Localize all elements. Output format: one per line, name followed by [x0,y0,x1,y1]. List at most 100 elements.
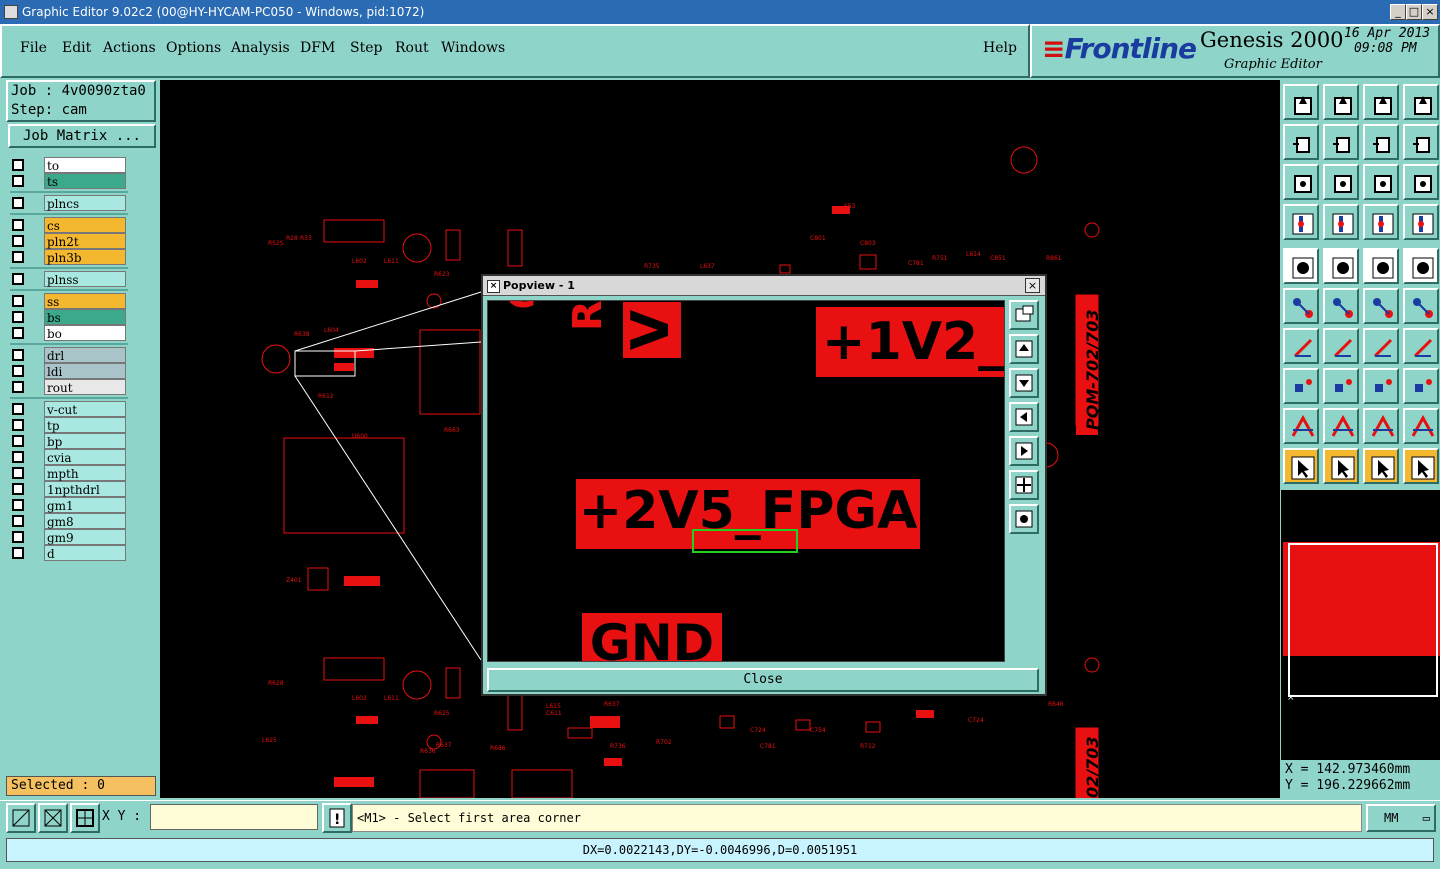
pointer-select-button[interactable] [1283,448,1319,484]
layer-row-plnss[interactable]: plnss [8,271,128,287]
popview-zoom-in-button[interactable] [1009,470,1039,500]
draw-surface-button[interactable] [1323,248,1359,284]
draw-pad-button[interactable] [1283,248,1319,284]
pad-tool-button[interactable] [1283,368,1319,404]
contour-button[interactable] [1403,368,1439,404]
layer-name[interactable]: v-cut [44,401,126,417]
layer-checkbox[interactable] [12,251,24,263]
popview-zoom-out-button[interactable] [1009,504,1039,534]
layer-row-cs[interactable]: cs [8,217,128,233]
layer-row-pln2t[interactable]: pln2t [8,233,128,249]
popview-title-bar[interactable]: × Popview - 1 [483,276,1045,296]
menu-file[interactable]: File [20,40,47,56]
layer-name[interactable]: ldi [44,363,126,379]
layer-row-d[interactable]: d [8,545,128,561]
layer-name[interactable]: ts [44,173,126,189]
menu-actions[interactable]: Actions [103,40,156,56]
popview-pan-left-button[interactable] [1009,402,1039,432]
menu-rout[interactable]: Rout [395,40,429,56]
layer-row-bp[interactable]: bp [8,433,128,449]
layer-name[interactable]: bo [44,325,126,341]
layer-name[interactable]: cvia [44,449,126,465]
layer-name[interactable]: bp [44,433,126,449]
layer-row-drl[interactable]: drl [8,347,128,363]
layer-row-plncs[interactable]: plncs [8,195,128,211]
layer-name[interactable]: d [44,545,126,561]
copy-feature-button[interactable] [1403,288,1439,324]
overview-panel[interactable]: × [1281,490,1440,760]
window-copy-button[interactable] [1323,124,1359,160]
popview-canvas[interactable]: C R V +1V2_F +2V5_FPGA GND [487,300,1005,662]
layer-name[interactable]: gm1 [44,497,126,513]
popview-close-button[interactable]: Close [487,668,1039,692]
line-angle-button[interactable] [1283,328,1319,364]
layer-row-bs[interactable]: bs [8,309,128,325]
scale-button[interactable] [1363,368,1399,404]
layer-checkbox[interactable] [12,515,24,527]
layer-name[interactable]: tp [44,417,126,433]
drill-hole-button[interactable] [1403,248,1439,284]
layer-checkbox[interactable] [12,349,24,361]
xy-input[interactable] [150,804,318,830]
layer-row-bo[interactable]: bo [8,325,128,341]
layer-row-gm9[interactable]: gm9 [8,529,128,545]
layer-row-to[interactable]: to [8,157,128,173]
undo-reset-button[interactable] [1363,124,1399,160]
layer-name[interactable]: pln3b [44,249,126,265]
layer-name[interactable]: plnss [44,271,126,287]
rotate-button[interactable] [1363,328,1399,364]
window-move-button[interactable] [1283,124,1319,160]
pointer-area-button[interactable] [1323,448,1359,484]
layer-checkbox[interactable] [12,467,24,479]
zoom-1-to-1-button[interactable] [1363,164,1399,200]
layer-row-gm1[interactable]: gm1 [8,497,128,513]
menu-windows[interactable]: Windows [441,40,505,56]
popview-zoom-button[interactable] [1009,300,1039,330]
open-job-button[interactable] [1283,84,1319,120]
menu-dfm[interactable]: DFM [300,40,335,56]
layer-name[interactable]: mpth [44,465,126,481]
help-button[interactable] [1403,164,1439,200]
zoom-fit-button[interactable] [1283,164,1319,200]
layer-row-v-cut[interactable]: v-cut [8,401,128,417]
arc-point-button[interactable] [1363,408,1399,444]
layer-name[interactable]: plncs [44,195,126,211]
layer-row-ss[interactable]: ss [8,293,128,309]
layer-name[interactable]: cs [44,217,126,233]
layer-row-ts[interactable]: ts [8,173,128,189]
layer-checkbox[interactable] [12,365,24,377]
popview-pan-down-button[interactable] [1009,368,1039,398]
home-button[interactable] [1363,84,1399,120]
layer-checkbox[interactable] [12,219,24,231]
arc-tool-button[interactable] [1323,408,1359,444]
menu-analysis[interactable]: Analysis [231,40,290,56]
layer-checkbox[interactable] [12,197,24,209]
mirror-button[interactable] [1403,328,1439,364]
layer-row-1npthdrl[interactable]: 1npthdrl [8,481,128,497]
grid-button[interactable] [70,803,100,833]
layer-checkbox[interactable] [12,435,24,447]
zoom-center-button[interactable] [1323,164,1359,200]
layer-checkbox[interactable] [12,499,24,511]
layer-name[interactable]: 1npthdrl [44,481,126,497]
layer-checkbox[interactable] [12,547,24,559]
popview-pan-right-button[interactable] [1009,436,1039,466]
info-button[interactable]: ! [322,803,352,833]
layer-checkbox[interactable] [12,235,24,247]
layer-checkbox[interactable] [12,295,24,307]
layer-name[interactable]: pln2t [44,233,126,249]
popview-pan-up-button[interactable] [1009,334,1039,364]
layer-name[interactable]: gm8 [44,513,126,529]
layer-row-mpth[interactable]: mpth [8,465,128,481]
layer-checkbox[interactable] [12,531,24,543]
snap-button[interactable] [6,803,36,833]
layer-checkbox[interactable] [12,451,24,463]
measure-ruler-button[interactable] [1363,248,1399,284]
layer-name[interactable]: ss [44,293,126,309]
snap-connect-button[interactable] [1283,288,1319,324]
layer-feature-button[interactable] [1363,204,1399,240]
popview-close-icon[interactable]: × [1025,278,1040,293]
arc-snap-button[interactable] [1403,408,1439,444]
cross-delete-button[interactable] [1323,288,1359,324]
pointer-single-button[interactable] [1363,448,1399,484]
